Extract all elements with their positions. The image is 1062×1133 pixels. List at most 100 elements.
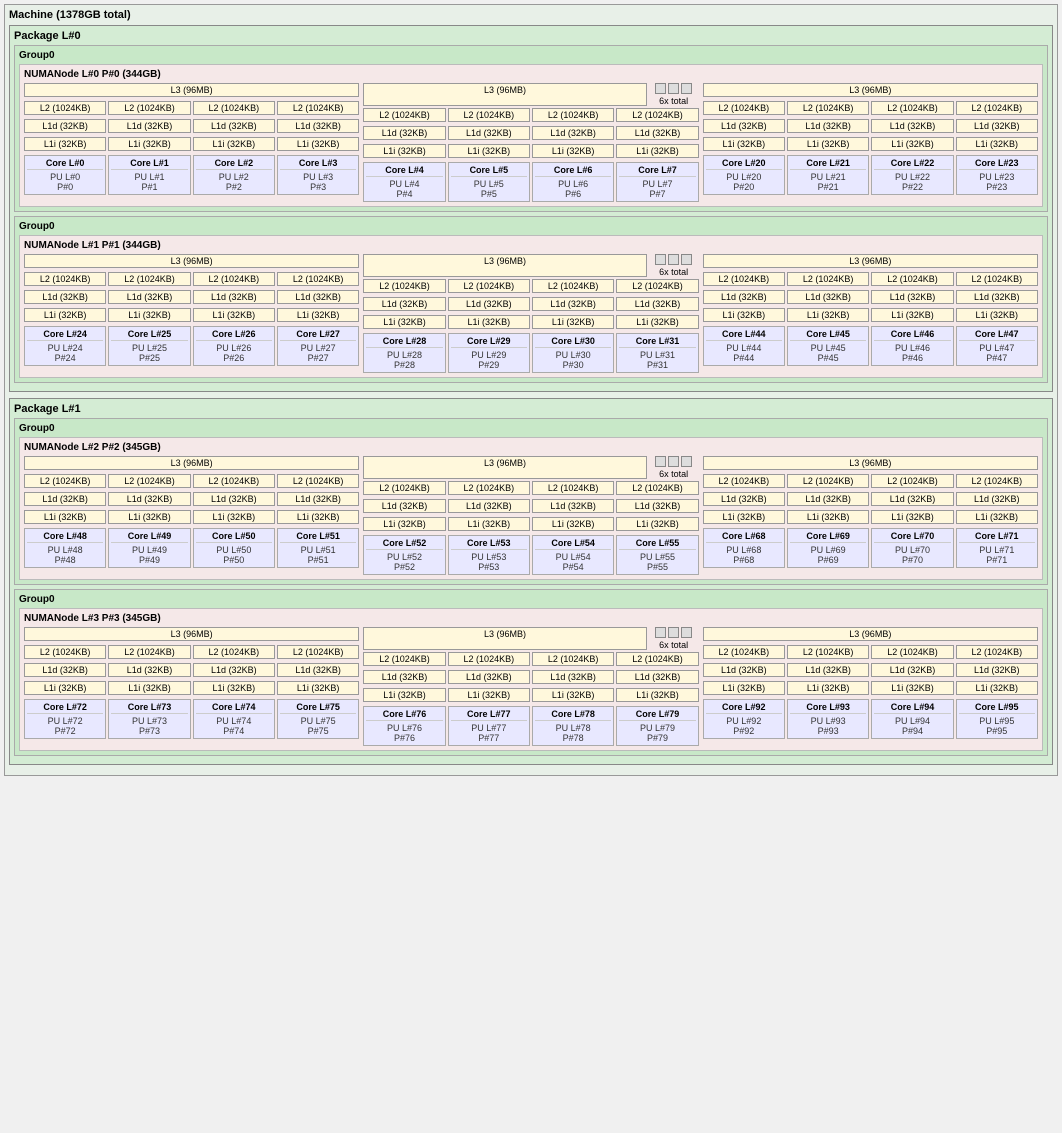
core-label: Core L#29 bbox=[451, 336, 527, 348]
cache-block: L1i (32KB) bbox=[277, 681, 359, 695]
core-cell: Core L#46PU L#46P#46 bbox=[871, 326, 953, 366]
core-cell: Core L#47PU L#47P#47 bbox=[956, 326, 1038, 366]
p-label: P#75 bbox=[280, 726, 356, 736]
l3-mid: L3 (96MB) bbox=[363, 83, 646, 106]
pu-label: PU L#30 bbox=[535, 350, 611, 360]
mid-wrapper: L3 (96MB)6x totalL2 (1024KB)L2 (1024KB)L… bbox=[363, 254, 698, 373]
cache-block: L1i (32KB) bbox=[956, 308, 1038, 322]
cache-block: L1d (32KB) bbox=[448, 126, 530, 140]
cache-block: L1d (32KB) bbox=[277, 663, 359, 677]
core-cell: Core L#23PU L#23P#23 bbox=[956, 155, 1038, 195]
numa-main-layout: L3 (96MB)L2 (1024KB)L2 (1024KB)L2 (1024K… bbox=[24, 254, 1038, 373]
cache-block: L1i (32KB) bbox=[24, 308, 106, 322]
cache-block: L2 (1024KB) bbox=[703, 645, 785, 659]
core-label: Core L#78 bbox=[535, 709, 611, 721]
cache-block: L1i (32KB) bbox=[448, 517, 530, 531]
cache-block: L1d (32KB) bbox=[956, 663, 1038, 677]
cache-block: L2 (1024KB) bbox=[871, 101, 953, 115]
cache-block: L1d (32KB) bbox=[363, 499, 445, 513]
cache-block: L1d (32KB) bbox=[24, 290, 106, 304]
core-cell: Core L#28PU L#28P#28 bbox=[363, 333, 445, 373]
p-label: P#1 bbox=[111, 182, 187, 192]
core-row-right: Core L#20PU L#20P#20Core L#21PU L#21P#21… bbox=[703, 155, 1038, 195]
cache-block: L1d (32KB) bbox=[616, 126, 698, 140]
cache-block: L2 (1024KB) bbox=[277, 645, 359, 659]
core-row-right: Core L#92PU L#92P#92Core L#93PU L#93P#93… bbox=[703, 699, 1038, 739]
cache-block: L1i (32KB) bbox=[787, 510, 869, 524]
pu-label: PU L#76 bbox=[366, 723, 442, 733]
spacer-label: 6x total bbox=[659, 267, 688, 277]
numa-title: NUMANode L#3 P#3 (345GB) bbox=[24, 613, 1038, 624]
core-label: Core L#70 bbox=[874, 531, 950, 543]
cache-block: L1d (32KB) bbox=[193, 119, 275, 133]
pu-label: PU L#21 bbox=[790, 172, 866, 182]
p-label: P#94 bbox=[874, 726, 950, 736]
p-label: P#20 bbox=[706, 182, 782, 192]
cache-block: L1i (32KB) bbox=[277, 137, 359, 151]
numa-main-layout: L3 (96MB)L2 (1024KB)L2 (1024KB)L2 (1024K… bbox=[24, 627, 1038, 746]
p-label: P#74 bbox=[196, 726, 272, 736]
core-cell: Core L#71PU L#71P#71 bbox=[956, 528, 1038, 568]
p-label: P#55 bbox=[619, 562, 695, 572]
core-cell: Core L#45PU L#45P#45 bbox=[787, 326, 869, 366]
spacer-icon bbox=[655, 254, 666, 265]
core-cell: Core L#22PU L#22P#22 bbox=[871, 155, 953, 195]
core-label: Core L#79 bbox=[619, 709, 695, 721]
spacer-icon bbox=[668, 83, 679, 94]
core-cell: Core L#26PU L#26P#26 bbox=[193, 326, 275, 366]
cache-block: L2 (1024KB) bbox=[956, 645, 1038, 659]
core-cell: Core L#5PU L#5P#5 bbox=[448, 162, 530, 202]
cache-block: L2 (1024KB) bbox=[532, 481, 614, 495]
core-label: Core L#47 bbox=[959, 329, 1035, 341]
p-label: P#69 bbox=[790, 555, 866, 565]
l3-right: L3 (96MB) bbox=[703, 83, 1038, 97]
cache-block: L2 (1024KB) bbox=[448, 279, 530, 293]
cache-block: L1d (32KB) bbox=[108, 290, 190, 304]
core-label: Core L#31 bbox=[619, 336, 695, 348]
core-label: Core L#30 bbox=[535, 336, 611, 348]
l3-left: L3 (96MB) bbox=[24, 83, 359, 97]
core-cell: Core L#44PU L#44P#44 bbox=[703, 326, 785, 366]
core-cell: Core L#49PU L#49P#49 bbox=[108, 528, 190, 568]
cache-block: L1d (32KB) bbox=[787, 663, 869, 677]
cache-block: L2 (1024KB) bbox=[108, 474, 190, 488]
l3-mid-row: L3 (96MB)6x total bbox=[363, 456, 698, 479]
core-label: Core L#51 bbox=[280, 531, 356, 543]
cache-block: L1i (32KB) bbox=[108, 137, 190, 151]
cache-block: L1d (32KB) bbox=[532, 670, 614, 684]
p-label: P#23 bbox=[959, 182, 1035, 192]
core-cell: Core L#92PU L#92P#92 bbox=[703, 699, 785, 739]
numa-box: NUMANode L#2 P#2 (345GB)L3 (96MB)L2 (102… bbox=[19, 437, 1043, 580]
core-label: Core L#0 bbox=[27, 158, 103, 170]
p-label: P#71 bbox=[959, 555, 1035, 565]
cache-block: L1d (32KB) bbox=[787, 492, 869, 506]
pu-label: PU L#45 bbox=[790, 343, 866, 353]
spacer-block: 6x total bbox=[649, 456, 699, 479]
pu-label: PU L#6 bbox=[535, 179, 611, 189]
cache-block: L2 (1024KB) bbox=[871, 272, 953, 286]
cache-block: L2 (1024KB) bbox=[787, 645, 869, 659]
group-box: Group0NUMANode L#3 P#3 (345GB)L3 (96MB)L… bbox=[14, 589, 1048, 756]
spacer-icon bbox=[668, 254, 679, 265]
core-cell: Core L#72PU L#72P#72 bbox=[24, 699, 106, 739]
cache-block: L2 (1024KB) bbox=[363, 279, 445, 293]
cache-block: L1d (32KB) bbox=[277, 119, 359, 133]
pu-label: PU L#24 bbox=[27, 343, 103, 353]
cache-block: L1d (32KB) bbox=[532, 499, 614, 513]
cache-block: L2 (1024KB) bbox=[448, 652, 530, 666]
p-label: P#68 bbox=[706, 555, 782, 565]
p-label: P#54 bbox=[535, 562, 611, 572]
core-label: Core L#22 bbox=[874, 158, 950, 170]
cache-block: L1d (32KB) bbox=[703, 119, 785, 133]
cache-block: L2 (1024KB) bbox=[956, 272, 1038, 286]
numa-box: NUMANode L#0 P#0 (344GB)L3 (96MB)L2 (102… bbox=[19, 64, 1043, 207]
pu-label: PU L#2 bbox=[196, 172, 272, 182]
cache-block: L1i (32KB) bbox=[871, 137, 953, 151]
package-box: Package L#1Group0NUMANode L#2 P#2 (345GB… bbox=[9, 398, 1053, 765]
core-cell: Core L#74PU L#74P#74 bbox=[193, 699, 275, 739]
p-label: P#0 bbox=[27, 182, 103, 192]
core-cell: Core L#3PU L#3P#3 bbox=[277, 155, 359, 195]
pu-label: PU L#25 bbox=[111, 343, 187, 353]
cache-block: L2 (1024KB) bbox=[193, 645, 275, 659]
p-label: P#78 bbox=[535, 733, 611, 743]
